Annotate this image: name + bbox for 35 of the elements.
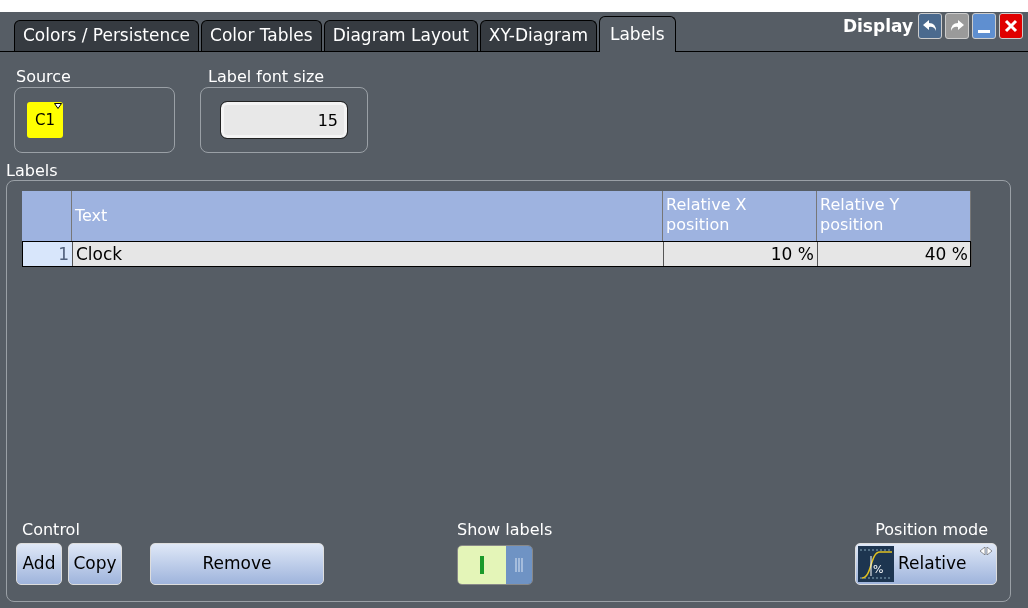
table-cell: 10 % [664,242,818,266]
table-cell: 40 % [818,242,972,266]
row-number: 1 [23,242,73,266]
tab[interactable]: Diagram Layout [323,20,478,51]
redo-arrow-icon [950,20,964,32]
tab[interactable]: Colors / Persistence [14,20,199,51]
add-button[interactable]: Add [16,543,62,585]
tab[interactable]: Color Tables [201,20,322,51]
tab[interactable]: XY-Diagram [479,20,597,51]
tab[interactable]: Labels [598,16,676,52]
minimize-icon [978,29,990,33]
close-button[interactable] [999,13,1023,39]
remove-button[interactable]: Remove [150,543,324,585]
on-mark-icon [480,556,484,574]
font-size-label: Label font size [208,66,325,88]
show-labels-label: Show labels [457,519,553,541]
relative-position-icon: % [858,546,894,582]
grip-icon [515,558,523,572]
show-labels-toggle[interactable] [457,545,533,585]
source-selector[interactable]: C1 [27,102,63,138]
control-label: Control [22,519,80,541]
undo-arrow-icon [923,20,937,32]
position-mode-button[interactable]: % Relative [855,543,997,585]
position-mode-label: Position mode [875,519,988,541]
table-cell: Clock [73,242,664,266]
close-icon [1004,19,1018,33]
labels-section-title: Labels [6,160,58,182]
copy-button[interactable]: Copy [68,543,122,585]
window-title: Display [842,15,913,38]
minimize-button[interactable] [972,13,996,39]
font-size-field[interactable]: 15 [221,102,347,138]
source-label: Source [16,66,71,88]
dropdown-triangle-icon [54,103,62,109]
toggle-arrows-icon [979,547,993,555]
undo-button[interactable] [918,13,942,39]
